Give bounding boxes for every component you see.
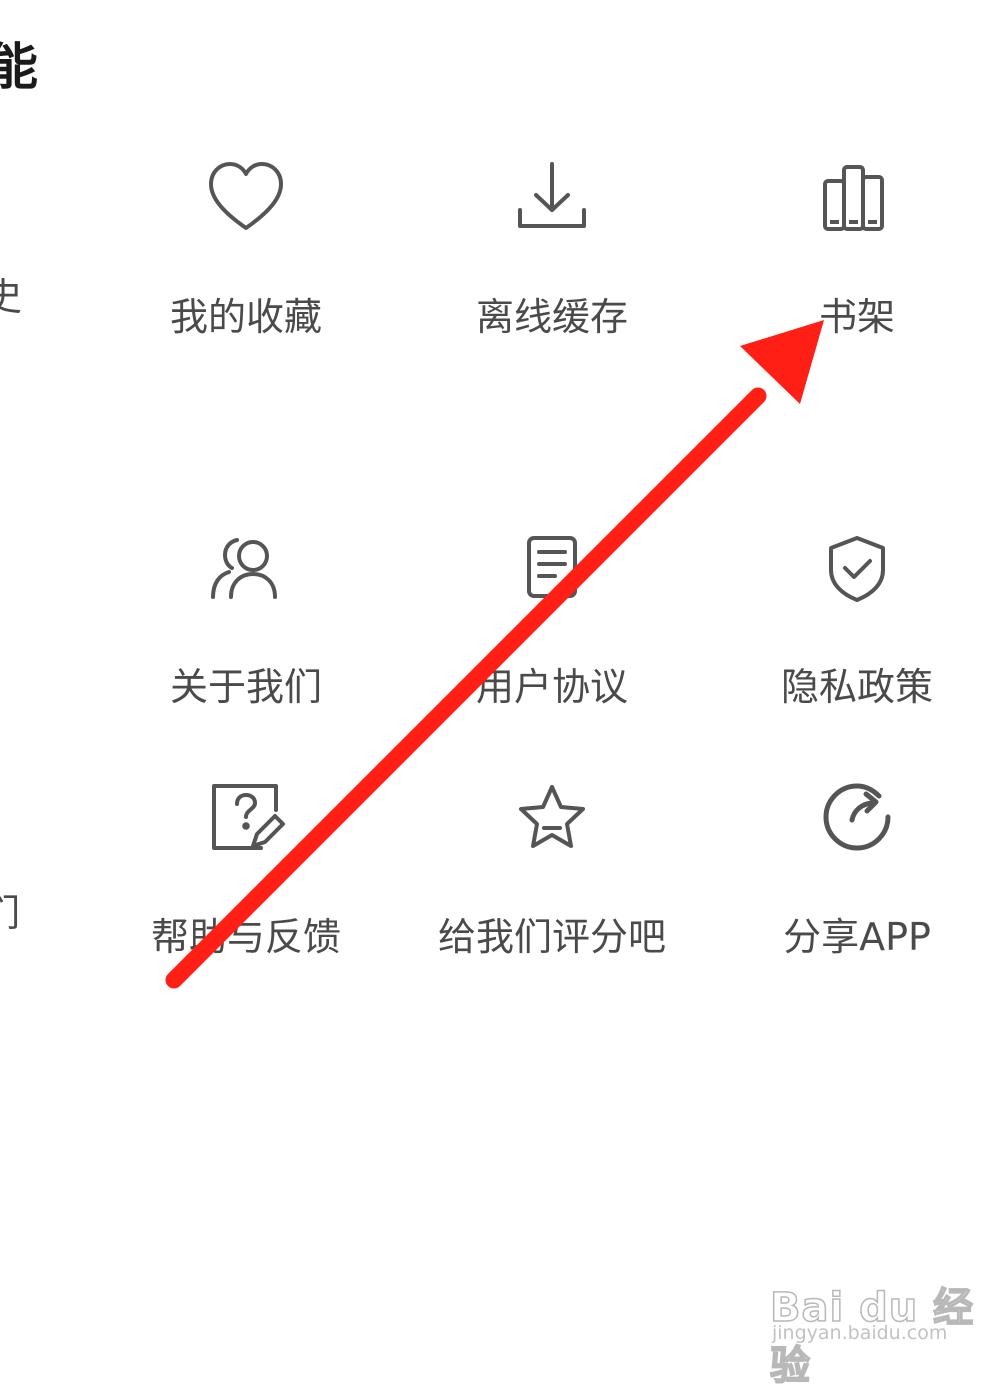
grid-item-about-us[interactable]: 关于我们: [126, 522, 366, 706]
bookshelf-icon: [812, 152, 902, 242]
star-icon: [507, 772, 597, 862]
grid-item-user-agreement[interactable]: 用户协议: [432, 522, 672, 706]
shield-check-icon: [812, 522, 902, 612]
grid-label: 分享APP: [783, 915, 931, 959]
grid-label: 帮助与反馈: [150, 915, 341, 959]
heart-icon: [201, 152, 291, 242]
baidu-jingyan-watermark: Bai du 经验 jingyan.baidu.com: [769, 1275, 1000, 1390]
users-icon: [201, 522, 291, 612]
grid-label: 隐私政策: [780, 665, 933, 709]
grid-label: 我的收藏: [169, 295, 322, 339]
grid-item-help-feedback[interactable]: 帮助与反馈: [126, 772, 366, 956]
grid-item-share-app[interactable]: 分享APP: [737, 772, 977, 956]
partial-label-history: 史: [0, 275, 23, 319]
grid-label: 关于我们: [169, 665, 322, 709]
grid-label: 用户协议: [475, 665, 628, 709]
watermark-url: jingyan.baidu.com: [772, 1322, 948, 1344]
section-title: 能: [0, 38, 38, 96]
grid-item-rate-us[interactable]: 给我们评分吧: [432, 772, 672, 956]
grid-label: 给我们评分吧: [437, 915, 666, 959]
grid-label: 书架: [818, 295, 895, 339]
help-feedback-icon: [201, 772, 291, 862]
grid-item-offline-cache[interactable]: 离线缓存: [432, 152, 672, 336]
grid-label: 离线缓存: [475, 295, 628, 339]
document-icon: [507, 522, 597, 612]
download-icon: [507, 152, 597, 242]
grid-item-favorites[interactable]: 我的收藏: [126, 152, 366, 336]
share-icon: [812, 772, 902, 862]
grid-item-privacy-policy[interactable]: 隐私政策: [737, 522, 977, 706]
grid-item-bookshelf[interactable]: 书架: [737, 152, 977, 336]
partial-label-contact: 们: [0, 891, 21, 935]
